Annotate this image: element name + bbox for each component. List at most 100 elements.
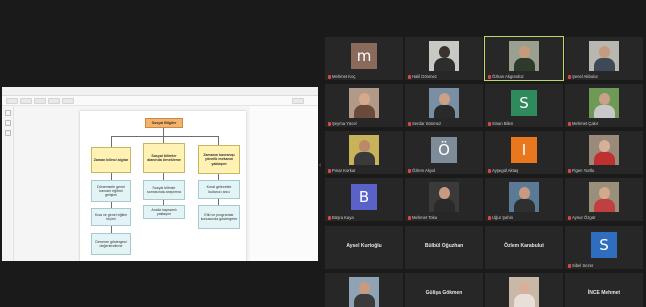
participant-video bbox=[349, 277, 379, 307]
participant-tile[interactable]: Figen Yurtlu bbox=[565, 131, 643, 174]
diagram-node-leaf: Kural gelecekte kullanıcı arzu bbox=[198, 180, 240, 199]
participant-tile[interactable]: Gülişa Gökmen bbox=[405, 273, 483, 307]
sidebar-icon bbox=[5, 110, 11, 116]
diagram-node-mid: Sosyal bilimler alanında örnekleme bbox=[143, 143, 185, 173]
participant-tile[interactable]: Pınar Korkut bbox=[325, 131, 403, 174]
mic-muted-icon bbox=[408, 168, 411, 173]
participant-tile[interactable]: Şenel Akbulut bbox=[565, 37, 643, 80]
mic-muted-icon bbox=[408, 74, 411, 79]
avatar: I bbox=[511, 137, 537, 163]
participant-tile[interactable]: Mehmet Toka bbox=[405, 178, 483, 221]
mic-muted-icon bbox=[408, 215, 411, 220]
participant-display-name: Gülişa Gökmen bbox=[425, 290, 463, 296]
participant-name: Serdar Sönmez bbox=[412, 121, 442, 126]
participant-name: Şeyma Yücel bbox=[332, 121, 357, 126]
participant-tile[interactable]: Şeyma Yücel bbox=[325, 84, 403, 127]
participant-name-label: Özlem Akyol bbox=[408, 168, 435, 173]
participant-tile[interactable]: S Sibel Sezer bbox=[565, 226, 643, 269]
participant-tile[interactable]: Ö Özlem Akyol bbox=[405, 131, 483, 174]
participant-tile[interactable]: B Büşra Kaya bbox=[325, 178, 403, 221]
chevron-left-icon[interactable]: ‹ bbox=[319, 162, 321, 169]
mic-muted-icon bbox=[328, 74, 331, 79]
participant-display-name: Özlem Karabulut bbox=[504, 243, 544, 249]
participant-name: Özlem Akyol bbox=[412, 168, 436, 173]
participant-tile[interactable]: I Ayşegül Aktaş bbox=[485, 131, 563, 174]
meeting-window: Dosya Düzen Görünüm Ekle Biçim Araçlar bbox=[0, 0, 646, 307]
participant-name: Mehmet Çakır bbox=[572, 121, 599, 126]
mic-muted-icon bbox=[568, 74, 571, 79]
participant-tile[interactable]: Bülbül Oğuzhan bbox=[405, 226, 483, 269]
participant-tile[interactable]: Mehmet Çakır bbox=[565, 84, 643, 127]
participant-name-label: Mehmet Toka bbox=[408, 215, 437, 220]
mic-muted-icon bbox=[488, 74, 491, 79]
toolbar-button bbox=[20, 98, 32, 104]
diagram-edge bbox=[111, 136, 218, 137]
diagram-edge bbox=[163, 136, 164, 143]
diagram-node-leaf: Etki ve programlar konusunda göstergeler bbox=[198, 205, 240, 229]
mic-muted-icon bbox=[488, 121, 491, 126]
diagram-edge bbox=[111, 136, 112, 147]
shared-app-toolbar bbox=[2, 96, 318, 106]
mic-muted-icon bbox=[568, 121, 571, 126]
participant-video bbox=[429, 182, 459, 212]
participant-tile[interactable]: S Sinan Bilen bbox=[485, 84, 563, 127]
participant-name-label: Mehmet Koç bbox=[328, 74, 356, 79]
participant-name: Mehmet Koç bbox=[332, 74, 356, 79]
mic-muted-icon bbox=[328, 168, 331, 173]
participant-tile[interactable]: Aysel Kurtoğlu bbox=[325, 226, 403, 269]
participant-name: Ayşegül Aktaş bbox=[492, 168, 519, 173]
mic-muted-icon bbox=[408, 121, 411, 126]
toolbar-button bbox=[62, 98, 74, 104]
participant-name: Halil Dönmez bbox=[412, 74, 437, 79]
participant-name: Mehmet Toka bbox=[412, 215, 438, 220]
participant-name-label: Ayşegül Aktaş bbox=[488, 168, 518, 173]
avatar: S bbox=[591, 232, 617, 258]
participant-tile[interactable] bbox=[485, 273, 563, 307]
avatar: Ö bbox=[431, 137, 457, 163]
shared-app-right-panel bbox=[250, 106, 318, 261]
shared-screen[interactable]: Dosya Düzen Görünüm Ekle Biçim Araçlar bbox=[2, 87, 318, 261]
participant-name: Sinan Bilen bbox=[492, 121, 514, 126]
participant-name: Uğur Şahin bbox=[492, 215, 513, 220]
participant-display-name: İNCE Mehmet bbox=[587, 290, 621, 296]
participant-name-label: Sibel Sezer bbox=[568, 263, 593, 268]
participant-name: Pınar Korkut bbox=[332, 168, 356, 173]
diagram-edge bbox=[218, 136, 219, 145]
participant-video bbox=[589, 182, 619, 212]
sidebar-icon bbox=[5, 120, 11, 126]
participant-tile[interactable]: Özlem Karabulut bbox=[485, 226, 563, 269]
participant-tile[interactable]: m Mehmet Koç bbox=[325, 37, 403, 80]
diagram-node-leaf: Sosyal bilimler sonrasında araştırma bbox=[143, 180, 185, 200]
participant-tile[interactable]: Uğur Şahin bbox=[485, 178, 563, 221]
participant-name-label: Şenel Akbulut bbox=[568, 74, 598, 79]
mic-muted-icon bbox=[328, 121, 331, 126]
mic-muted-icon bbox=[488, 168, 491, 173]
toolbar-button bbox=[292, 98, 304, 104]
diagram-edge bbox=[163, 127, 164, 136]
avatar: m bbox=[351, 43, 377, 69]
participant-name: Şenel Akbulut bbox=[572, 74, 598, 79]
participant-name-label: Uğur Şahin bbox=[488, 215, 513, 220]
participant-tile[interactable]: İNCE Mehmet bbox=[565, 273, 643, 307]
participant-name: Büşra Kaya bbox=[332, 215, 354, 220]
participant-name-label: Aynur Özgür bbox=[568, 215, 595, 220]
participant-name-label: Figen Yurtlu bbox=[568, 168, 594, 173]
participant-video bbox=[589, 41, 619, 71]
shared-app-sidebar bbox=[2, 106, 14, 261]
participant-name-label: Özkan Akgündüz bbox=[488, 74, 524, 79]
diagram-node-mid: Zamanın kavranışı yönelik mekanın yaklaş… bbox=[198, 145, 240, 174]
avatar: B bbox=[351, 184, 377, 210]
participant-display-name: Bülbül Oğuzhan bbox=[424, 243, 464, 249]
mic-muted-icon bbox=[488, 215, 491, 220]
participant-tile[interactable]: Özkan Akgündüz bbox=[484, 36, 564, 81]
participant-display-name: Aysel Kurtoğlu bbox=[346, 243, 382, 249]
participant-video bbox=[509, 41, 539, 71]
participant-tile[interactable]: Halil Dönmez bbox=[405, 37, 483, 80]
participant-tile[interactable]: Serdar Sönmez bbox=[405, 84, 483, 127]
participant-tile[interactable] bbox=[325, 273, 403, 307]
diagram-node-leaf: Deneme göstergesi değerlendirme bbox=[91, 233, 131, 255]
participant-tile[interactable]: Aynur Özgür bbox=[565, 178, 643, 221]
participant-name-label: Serdar Sönmez bbox=[408, 121, 441, 126]
participant-name-label: Sinan Bilen bbox=[488, 121, 513, 126]
diagram-node-leaf: Kısa ve genel eğitim biçimi bbox=[91, 208, 131, 226]
